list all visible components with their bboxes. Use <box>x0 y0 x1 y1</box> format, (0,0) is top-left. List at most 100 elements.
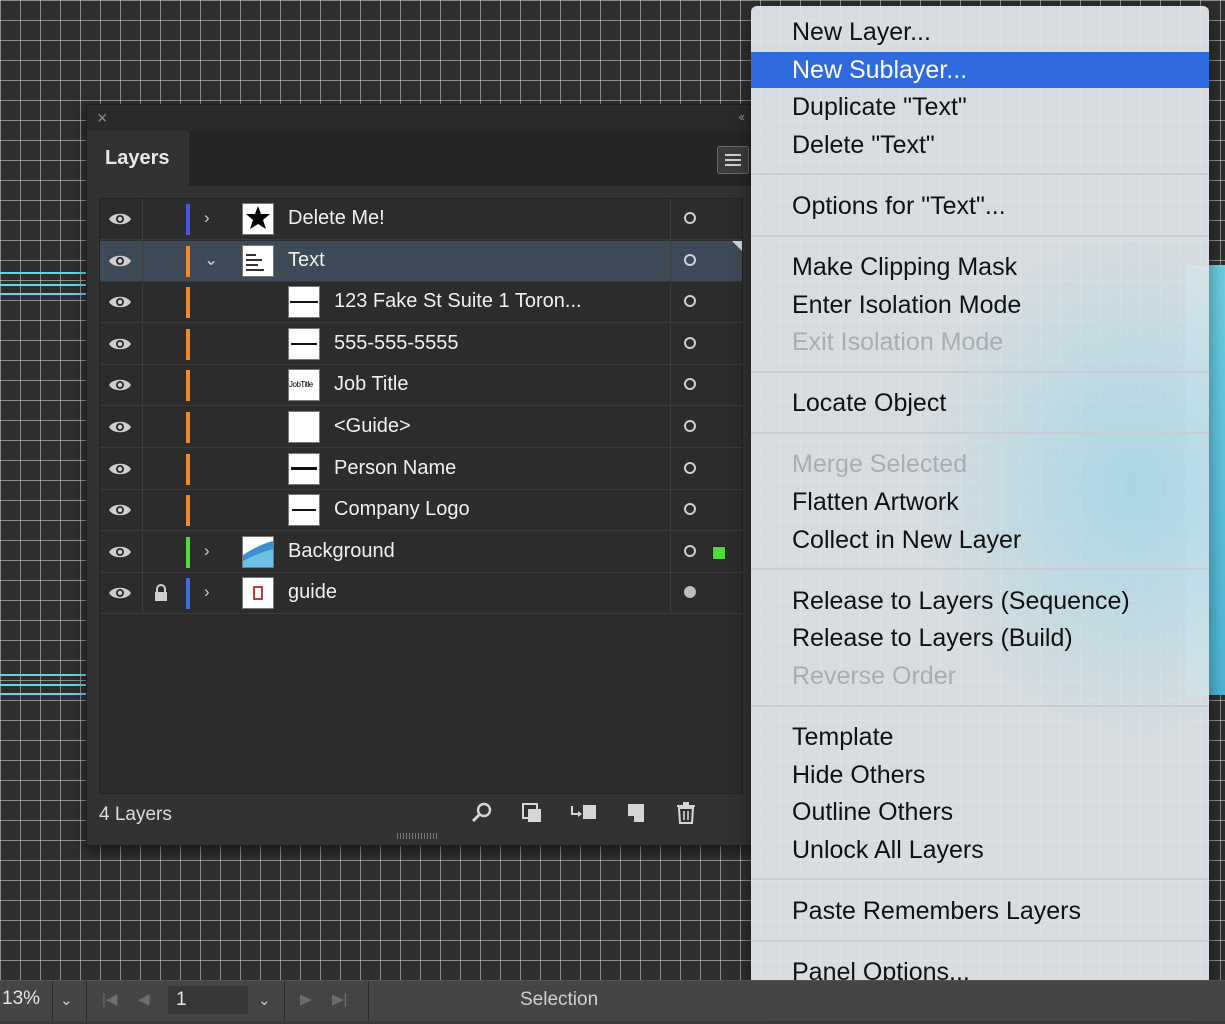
collapse-icon[interactable]: ‹‹ <box>738 109 745 124</box>
layer-name[interactable]: Background <box>288 540 395 563</box>
layer-row[interactable]: 123 Fake St Suite 1 Toron... <box>100 282 742 324</box>
trash-icon[interactable] <box>673 801 699 827</box>
menu-item-release-to-layers-sequence[interactable]: Release to Layers (Sequence) <box>751 583 1209 619</box>
menu-separator <box>751 431 1209 434</box>
visibility-eye-icon[interactable] <box>108 544 132 560</box>
make-clipping-mask-icon[interactable] <box>519 801 545 827</box>
layer-name[interactable]: Company Logo <box>334 498 470 521</box>
target-circle-icon[interactable] <box>684 461 696 474</box>
layer-name[interactable]: 555-555-5555 <box>334 332 459 355</box>
menu-item-enter-isolation-mode[interactable]: Enter Isolation Mode <box>751 287 1209 323</box>
layer-row[interactable]: Person Name <box>100 448 742 490</box>
layer-row[interactable]: Company Logo <box>100 490 742 532</box>
lock-toggle[interactable] <box>152 334 170 354</box>
layer-row[interactable]: 555-555-5555 <box>100 323 742 365</box>
tab-layers[interactable]: Layers <box>87 131 189 186</box>
menu-item-hide-others[interactable]: Hide Others <box>751 757 1209 793</box>
chevron-right-icon[interactable]: › <box>204 541 210 561</box>
visibility-eye-icon[interactable] <box>108 211 132 227</box>
layer-row[interactable]: ⌄ Text <box>100 240 742 282</box>
menu-item-paste-remembers-layers[interactable]: Paste Remembers Layers <box>751 893 1209 929</box>
visibility-eye-icon[interactable] <box>108 377 132 393</box>
menu-item-collect-in-new-layer[interactable]: Collect in New Layer <box>751 522 1209 558</box>
menu-item-duplicate-text[interactable]: Duplicate "Text" <box>751 89 1209 125</box>
lock-toggle[interactable] <box>152 542 170 562</box>
layer-row[interactable]: JobTitle Job Title <box>100 365 742 407</box>
locate-object-icon[interactable] <box>469 801 495 827</box>
layer-name[interactable]: Text <box>288 249 325 272</box>
chevron-right-icon[interactable]: › <box>204 582 210 602</box>
guide-line <box>0 674 90 676</box>
visibility-eye-icon[interactable] <box>108 461 132 477</box>
target-circle-icon[interactable] <box>684 420 696 432</box>
target-circle-icon[interactable] <box>684 212 696 224</box>
lock-icon[interactable] <box>152 583 170 603</box>
selection-indicator[interactable] <box>712 545 726 560</box>
layer-row[interactable]: › guide <box>100 573 742 615</box>
first-artboard-icon[interactable]: |◀ <box>102 990 117 1008</box>
current-layer-indicator-icon <box>732 240 742 251</box>
layer-name[interactable]: Person Name <box>334 457 456 480</box>
current-tool-label[interactable]: Selection <box>520 989 598 1011</box>
target-circle-icon[interactable] <box>684 544 696 557</box>
menu-item-flatten-artwork[interactable]: Flatten Artwork <box>751 484 1209 520</box>
menu-item-locate-object[interactable]: Locate Object <box>751 385 1209 421</box>
lock-toggle[interactable] <box>152 417 170 437</box>
next-artboard-icon[interactable]: ▶ <box>300 990 312 1008</box>
target-circle-icon[interactable] <box>684 253 696 266</box>
chevron-right-icon[interactable]: › <box>204 208 210 228</box>
divider <box>86 981 87 1021</box>
lock-toggle[interactable] <box>152 375 170 395</box>
divider <box>142 240 143 282</box>
close-icon[interactable]: × <box>97 108 108 129</box>
visibility-eye-icon[interactable] <box>108 253 132 269</box>
layer-name[interactable]: <Guide> <box>334 415 411 438</box>
panel-menu-button[interactable] <box>717 146 749 174</box>
menu-item-make-clipping-mask[interactable]: Make Clipping Mask <box>751 249 1209 285</box>
zoom-dropdown-icon[interactable]: ⌄ <box>60 991 73 1009</box>
layer-row[interactable]: › Background <box>100 531 742 573</box>
lock-toggle[interactable] <box>152 459 170 479</box>
visibility-eye-icon[interactable] <box>108 585 132 601</box>
lock-toggle[interactable] <box>152 292 170 312</box>
visibility-eye-icon[interactable] <box>108 502 132 518</box>
target-circle-icon[interactable] <box>684 295 696 308</box>
layer-name[interactable]: guide <box>288 581 337 604</box>
target-circle-icon[interactable] <box>684 503 696 516</box>
visibility-eye-icon[interactable] <box>108 336 132 352</box>
menu-item-unlock-all-layers[interactable]: Unlock All Layers <box>751 832 1209 868</box>
target-circle-icon[interactable] <box>684 378 696 391</box>
lock-toggle[interactable] <box>152 500 170 520</box>
chevron-down-icon[interactable]: ⌄ <box>204 250 218 270</box>
divider <box>670 282 671 324</box>
artboard-number-field[interactable]: 1 <box>168 986 248 1014</box>
layer-row[interactable]: › Delete Me! <box>100 199 742 240</box>
new-layer-icon[interactable] <box>623 801 649 827</box>
menu-item-template[interactable]: Template <box>751 719 1209 755</box>
layer-name[interactable]: Delete Me! <box>288 207 385 230</box>
menu-item-release-to-layers-build[interactable]: Release to Layers (Build) <box>751 620 1209 656</box>
menu-item-outline-others[interactable]: Outline Others <box>751 794 1209 830</box>
new-sublayer-icon[interactable] <box>569 801 596 827</box>
last-artboard-icon[interactable]: ▶| <box>332 990 347 1008</box>
divider <box>142 490 143 532</box>
menu-item-new-sublayer[interactable]: New Sublayer... <box>751 51 1209 88</box>
menu-item-delete-text[interactable]: Delete "Text" <box>751 127 1209 163</box>
zoom-level[interactable]: 13% <box>2 988 40 1010</box>
resize-grip[interactable] <box>397 833 437 839</box>
artboard-dropdown-icon[interactable]: ⌄ <box>258 991 271 1009</box>
layer-name[interactable]: Job Title <box>334 373 408 396</box>
menu-separator <box>751 939 1209 942</box>
target-circle-icon[interactable] <box>684 336 696 349</box>
lock-toggle[interactable] <box>152 209 170 229</box>
visibility-eye-icon[interactable] <box>108 419 132 435</box>
panel-title-bar[interactable]: × ‹‹ <box>87 105 755 131</box>
menu-item-options-for-text[interactable]: Options for "Text"... <box>751 188 1209 224</box>
previous-artboard-icon[interactable]: ◀ <box>138 990 150 1008</box>
target-circle-icon[interactable] <box>684 586 696 599</box>
menu-item-new-layer[interactable]: New Layer... <box>751 14 1209 50</box>
lock-toggle[interactable] <box>152 251 170 271</box>
layer-row[interactable]: <Guide> <box>100 407 742 448</box>
visibility-eye-icon[interactable] <box>108 294 132 310</box>
layer-name[interactable]: 123 Fake St Suite 1 Toron... <box>334 290 582 313</box>
